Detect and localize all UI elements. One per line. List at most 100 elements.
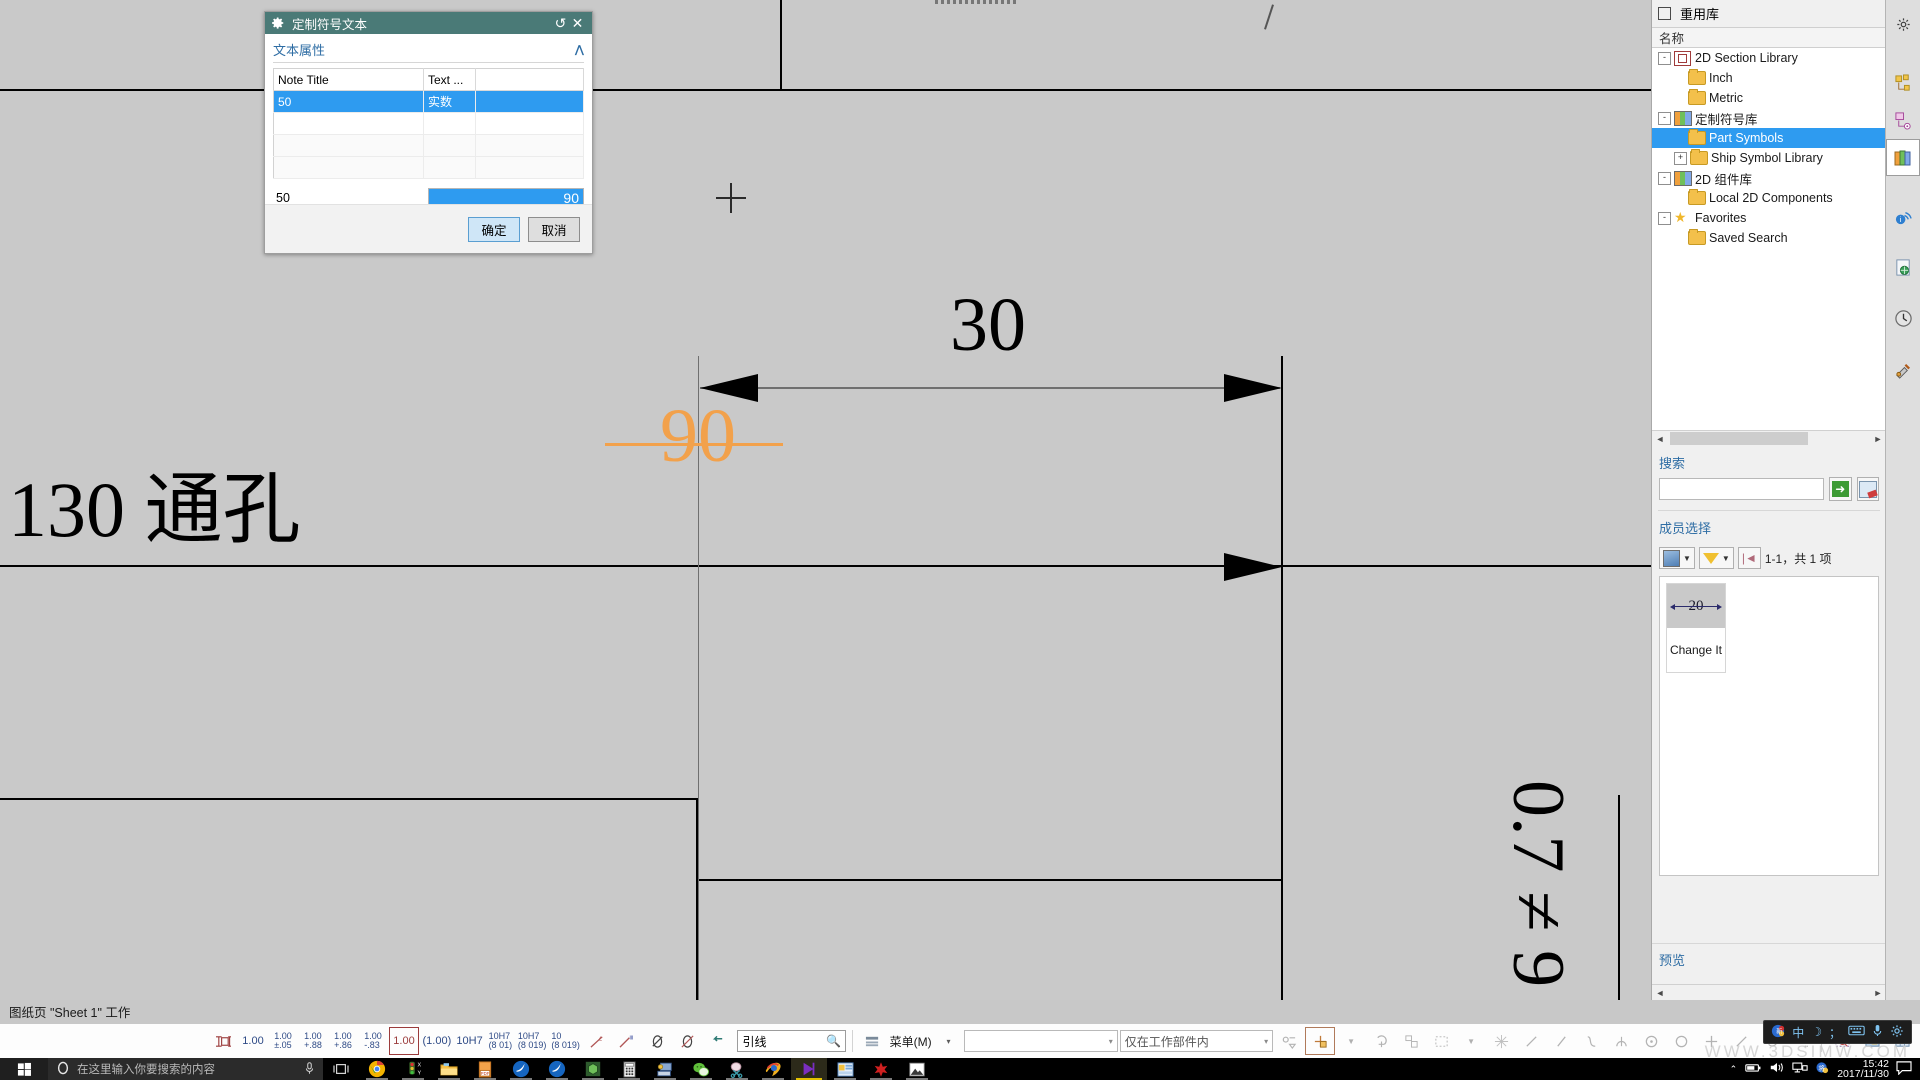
taskbar-app-traffic-xy[interactable]: XY — [395, 1058, 431, 1080]
note-properties-table[interactable]: Note Title Text ... 50 实数 — [273, 68, 584, 179]
rectangle-select-icon[interactable] — [1427, 1028, 1455, 1054]
taskbar-app-calculator[interactable] — [611, 1058, 647, 1080]
tree-column-header[interactable]: 名称 — [1652, 27, 1886, 48]
taskbar-app-blue-bird-2[interactable] — [539, 1058, 575, 1080]
note-text-130[interactable]: 130 通孔 — [8, 470, 301, 550]
rail-assembly-navigator[interactable] — [1886, 65, 1920, 102]
preview-horizontal-scrollbar[interactable]: ◄ ► — [1652, 984, 1886, 1000]
diameter-strike-icon[interactable] — [673, 1028, 701, 1054]
plus-icon[interactable] — [1697, 1028, 1725, 1054]
taskbar-app-remote-pc[interactable] — [647, 1058, 683, 1080]
tree-item-2[interactable]: Metric — [1652, 88, 1886, 108]
move-object-icon[interactable] — [1305, 1027, 1336, 1055]
cell-text-type[interactable] — [423, 134, 476, 157]
cell-extra[interactable] — [475, 156, 584, 179]
tolerance-item-7[interactable]: 10H7 — [455, 1028, 485, 1054]
member-toolbar[interactable]: ▼ ▼ |◄ 1-1，共 1 项 — [1652, 542, 1886, 569]
tree-expander[interactable]: - — [1658, 111, 1671, 125]
tree-item-5[interactable]: + Ship Symbol Library — [1652, 148, 1886, 168]
move-component-icon[interactable] — [1487, 1028, 1515, 1054]
rail-web-browser[interactable] — [1886, 249, 1920, 286]
taskbar-app-ie[interactable] — [755, 1058, 791, 1080]
cell-text-type[interactable]: 实数 — [423, 90, 476, 113]
first-page-button[interactable]: |◄ — [1737, 547, 1761, 569]
cell-note-title[interactable] — [273, 134, 424, 157]
search-row[interactable]: ➜ — [1652, 477, 1886, 501]
search-input[interactable] — [1659, 478, 1824, 500]
spline-icon[interactable] — [1577, 1028, 1605, 1054]
taskbar-app-snipping-tool[interactable] — [719, 1058, 755, 1080]
ime-toolbar[interactable]: 新 中 ☽ ； — [1763, 1020, 1912, 1044]
rail-part-navigator[interactable] — [1886, 102, 1920, 139]
bottom-toolbar[interactable]: 1.00 1.00 ±.05 1.00 +.88 1.00 +.86 1.00 … — [0, 1023, 1920, 1058]
taskbar-app-office-doc[interactable] — [827, 1058, 863, 1080]
library-tree[interactable]: - 2D Section Library Inch Metric - 定制符号库 Part … — [1652, 48, 1886, 430]
tolerance-item-8[interactable]: 10H7 (8 01) — [486, 1028, 514, 1054]
moon-icon[interactable]: ☽ — [1811, 1025, 1822, 1039]
tolerance-item-9[interactable]: 10H7 (8 019) — [516, 1028, 548, 1054]
cell-extra[interactable] — [475, 112, 584, 135]
circle-center-icon[interactable] — [1637, 1028, 1665, 1054]
menu-icon[interactable] — [859, 1028, 887, 1054]
tree-horizontal-scrollbar[interactable]: ◄ ► — [1652, 430, 1886, 446]
chevron-right-icon[interactable]: ► — [1870, 431, 1886, 446]
keyboard-icon[interactable] — [1848, 1025, 1865, 1039]
taskbar-app-explorer[interactable] — [431, 1058, 467, 1080]
taskbar-app-chrome[interactable] — [359, 1058, 395, 1080]
chevron-right-icon[interactable]: ► — [1870, 985, 1886, 1000]
rail-settings-button[interactable] — [1886, 6, 1920, 43]
tree-item-3[interactable]: - 定制符号库 — [1652, 108, 1886, 128]
dimension-value-30[interactable]: 30 — [950, 287, 1026, 363]
tolerance-item-10[interactable]: 10 (8 019) — [550, 1028, 582, 1054]
tolerance-frame-icon[interactable]: Ⅲ — [613, 1028, 641, 1054]
scroll-thumb[interactable] — [1670, 432, 1808, 445]
search-go-button[interactable]: ➜ — [1829, 477, 1852, 501]
orange-value-90[interactable]: 90 — [660, 398, 736, 474]
rail-process-studio[interactable] — [1886, 351, 1920, 388]
line-slant-icon[interactable] — [1547, 1028, 1575, 1054]
custom-symbol-text-dialog[interactable]: 定制符号文本 ↺ ✕ 文本属性 ⋀ Note Title Text ... 50… — [264, 11, 593, 254]
tree-item-6[interactable]: - 2D 组件库 — [1652, 168, 1886, 188]
cell-note-title[interactable] — [273, 156, 424, 179]
cell-note-title[interactable]: 50 — [273, 90, 424, 113]
dropdown-caret-icon[interactable]: ▼ — [1722, 554, 1730, 563]
search-clear-button[interactable] — [1856, 477, 1879, 501]
taskbar-app-blue-bird[interactable] — [503, 1058, 539, 1080]
taskbar-app-wechat[interactable] — [683, 1058, 719, 1080]
resource-bar-rail[interactable]: i — [1885, 0, 1920, 1000]
line-icon[interactable] — [1517, 1028, 1545, 1054]
tree-item-0[interactable]: - 2D Section Library — [1652, 48, 1886, 68]
chevron-up-icon[interactable]: ⌃ — [1730, 1064, 1738, 1075]
rail-history[interactable] — [1886, 300, 1920, 337]
tolerance-item-1[interactable]: 1.00 ±.05 — [269, 1028, 297, 1054]
reset-icon[interactable]: ↺ — [552, 15, 569, 32]
dropdown-caret-icon[interactable]: ▼ — [1337, 1028, 1365, 1054]
windows-taskbar[interactable]: 在这里输入你要搜索的内容 XY PDF — [0, 1058, 1920, 1080]
cancel-button[interactable]: 取消 — [528, 216, 580, 242]
tree-item-9[interactable]: Saved Search — [1652, 228, 1886, 248]
select-filter-icon[interactable] — [1275, 1028, 1303, 1054]
dropdown-caret-icon[interactable]: ▼ — [1683, 554, 1691, 563]
tolerance-item-6[interactable]: (1.00) — [421, 1028, 453, 1054]
action-center-icon[interactable] — [1896, 1060, 1912, 1078]
task-view-icon[interactable] — [323, 1058, 359, 1080]
taskbar-clock[interactable]: 15:42 2017/11/30 — [1837, 1059, 1889, 1080]
rail-hd3d[interactable]: i — [1886, 198, 1920, 235]
scroll-track[interactable] — [1668, 432, 1870, 445]
table-row[interactable] — [273, 156, 584, 179]
filter-button[interactable]: ▼ — [1698, 547, 1734, 569]
tree-expander[interactable]: - — [1658, 171, 1671, 185]
volume-icon[interactable] — [1769, 1061, 1785, 1077]
tree-expander[interactable]: - — [1658, 211, 1671, 225]
table-row[interactable] — [273, 112, 584, 135]
tolerance-item-5[interactable]: 1.00 — [389, 1027, 419, 1055]
undo-arrow-icon[interactable] — [703, 1028, 731, 1054]
tree-item-7[interactable]: Local 2D Components — [1652, 188, 1886, 208]
cell-text-type[interactable] — [423, 112, 476, 135]
thumbnail-view-button[interactable]: ▼ — [1659, 547, 1695, 569]
tolerance-item-3[interactable]: 1.00 +.86 — [329, 1028, 357, 1054]
leader-field[interactable]: 引线 🔍 — [737, 1030, 846, 1052]
combo-selection-scope[interactable]: ▾ — [964, 1030, 1118, 1052]
menu-button[interactable]: 菜单(M) — [889, 1028, 933, 1054]
vertical-note-text[interactable]: 0.7 ≠ 9 — [1497, 780, 1579, 987]
